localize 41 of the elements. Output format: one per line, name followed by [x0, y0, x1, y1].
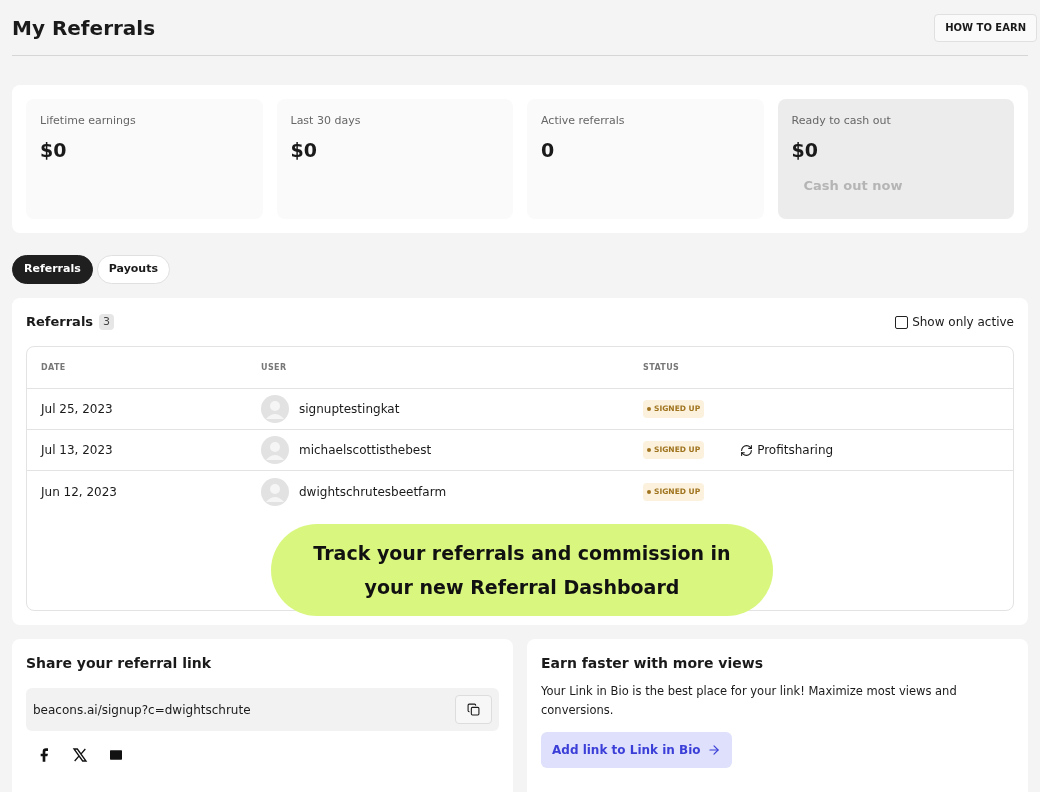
stat-value: $0 — [290, 137, 318, 163]
username: dwightschrutesbeetfarm — [299, 483, 447, 501]
column-header: STATUS — [643, 361, 681, 374]
tab[interactable]: Referrals — [12, 255, 93, 284]
referral-link: beacons.ai/signup?c=dwightschrute — [33, 701, 251, 719]
link-field[interactable]: beacons.ai/signup?c=dwightschrute — [26, 688, 499, 731]
tab[interactable]: Payouts — [96, 255, 170, 284]
checkbox-label: Show only active — [912, 314, 1014, 331]
date-cell-text: Jul 13, 2023 — [41, 442, 114, 459]
avatar-icon — [261, 436, 289, 464]
stat-label: Lifetime earnings — [40, 113, 137, 129]
section-title: Share your referral link — [26, 654, 213, 673]
copy-icon — [467, 703, 480, 716]
x-icon[interactable] — [72, 747, 88, 763]
stat-label: Ready to cash out — [791, 113, 892, 129]
username: signuptestingkat — [299, 401, 400, 418]
stat-value: 0 — [541, 137, 556, 163]
page-title: My Referrals — [12, 14, 156, 42]
count-badge: 3 — [99, 313, 115, 331]
stat-value: $0 — [791, 137, 819, 163]
avatar-icon — [261, 477, 289, 506]
date-cell-text: Jul 25, 2023 — [41, 401, 114, 418]
cycle-icon — [740, 443, 754, 457]
section-title: Referrals — [26, 313, 94, 332]
column-header: DATE — [41, 361, 67, 374]
stat-value: $0 — [40, 137, 68, 163]
date-cell-text: Jun 12, 2023 — [41, 483, 118, 501]
checkbox[interactable] — [895, 315, 909, 329]
copy-button[interactable] — [455, 695, 492, 724]
column-header: USER — [261, 361, 288, 374]
section-title: Earn faster with more views — [541, 654, 765, 673]
promo-text: Your Link in Bio is the best place for your link! Maximize most views and conversions. — [541, 683, 958, 719]
program-label: Profitsharing — [757, 442, 834, 459]
add-link-button[interactable]: Add link to Link in Bio — [541, 732, 732, 768]
banner-text: your new Referral Dashboard — [364, 575, 680, 600]
avatar-icon — [261, 395, 289, 423]
stat-label: Last 30 days — [290, 113, 362, 129]
stat-label: Active referrals — [541, 113, 626, 129]
how-to-earn-button[interactable]: HOW TO EARN — [934, 13, 1037, 42]
banner-text: Track your referrals and commission in — [313, 541, 731, 566]
username: michaelscottisthebest — [299, 442, 432, 459]
